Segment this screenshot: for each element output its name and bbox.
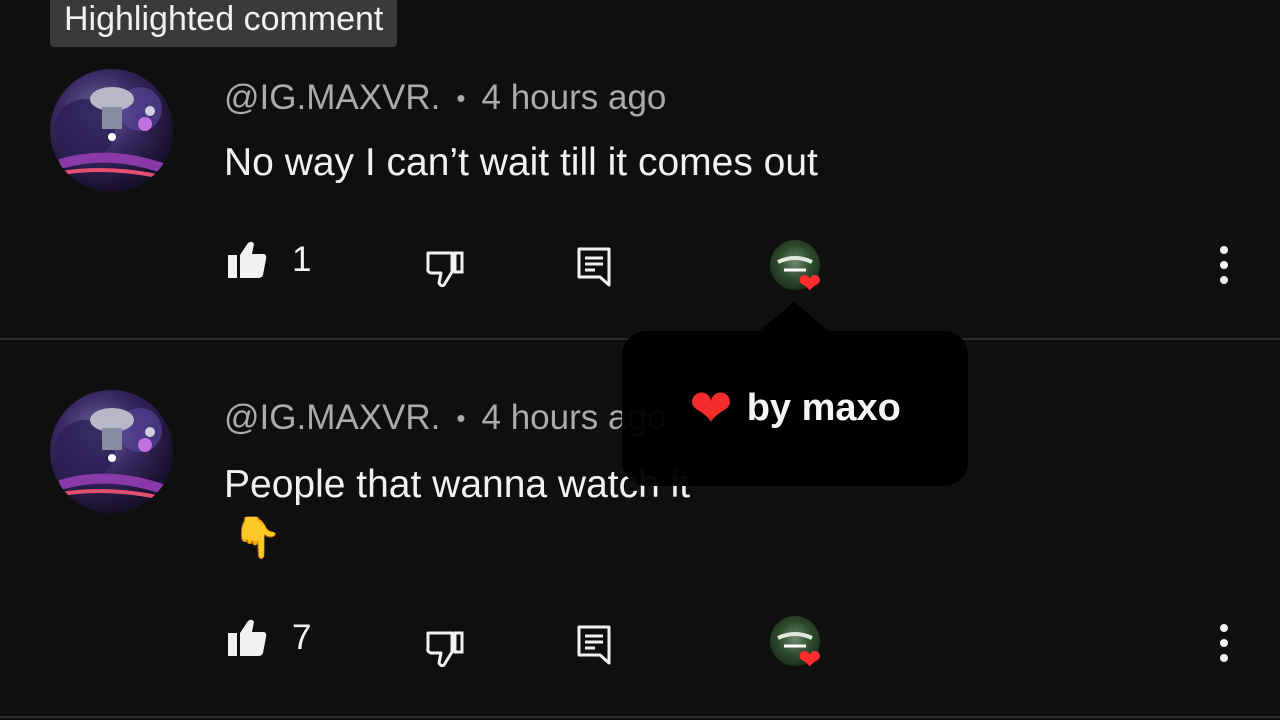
like-count: 7: [292, 618, 312, 657]
more-options-button[interactable]: [1219, 624, 1229, 667]
comment-author[interactable]: @IG.MAXVR.: [224, 78, 440, 118]
tooltip-label: by maxo: [746, 387, 901, 429]
avatar-image: [54, 87, 171, 181]
reply-button[interactable]: [576, 246, 612, 288]
creator-heart-tooltip: ❤ by maxo: [622, 331, 968, 486]
heart-icon: ❤: [689, 379, 733, 438]
avatar[interactable]: [50, 69, 173, 192]
like-button[interactable]: 1: [226, 240, 311, 280]
creator-heart-icon: ❤: [798, 268, 822, 299]
comment-actions: 7 ❤: [0, 612, 1280, 674]
comment-timestamp[interactable]: 4 hours ago: [482, 78, 667, 118]
dislike-button[interactable]: [425, 248, 465, 288]
more-vertical-icon: [1220, 624, 1228, 662]
tooltip-arrow: [758, 302, 830, 332]
thumbs-down-icon: [426, 631, 464, 668]
comment-text: No way I can’t wait till it comes out: [224, 141, 818, 184]
comment-actions: 1 ❤: [0, 234, 1280, 298]
thumbs-down-icon: [426, 251, 464, 288]
reply-icon: [577, 247, 611, 287]
creator-heart-icon: ❤: [798, 644, 822, 675]
meta-separator: •: [456, 82, 466, 113]
creator-heart-button[interactable]: ❤: [770, 240, 828, 298]
meta-separator: •: [456, 402, 466, 433]
reply-icon: [577, 625, 611, 665]
comment-emoji: 👇: [232, 516, 282, 560]
thumbs-up-icon: [228, 241, 267, 278]
dislike-button[interactable]: [425, 628, 465, 668]
comment-meta: @IG.MAXVR. • 4 hours ago: [224, 398, 666, 438]
like-button[interactable]: 7: [226, 618, 311, 658]
more-vertical-icon: [1220, 246, 1228, 284]
comment-text: People that wanna watch it: [224, 463, 691, 506]
reply-button[interactable]: [576, 624, 612, 666]
thumbs-up-icon: [228, 619, 267, 656]
comment-meta: @IG.MAXVR. • 4 hours ago: [224, 78, 666, 118]
divider: [0, 716, 1280, 718]
comment-author[interactable]: @IG.MAXVR.: [224, 398, 440, 438]
avatar-image: [54, 408, 171, 502]
more-options-button[interactable]: [1219, 246, 1229, 289]
like-count: 1: [292, 240, 312, 279]
creator-heart-button[interactable]: ❤: [770, 616, 828, 674]
comment: @IG.MAXVR. • 4 hours ago No way I can’t …: [0, 0, 1280, 340]
avatar[interactable]: [50, 390, 173, 513]
